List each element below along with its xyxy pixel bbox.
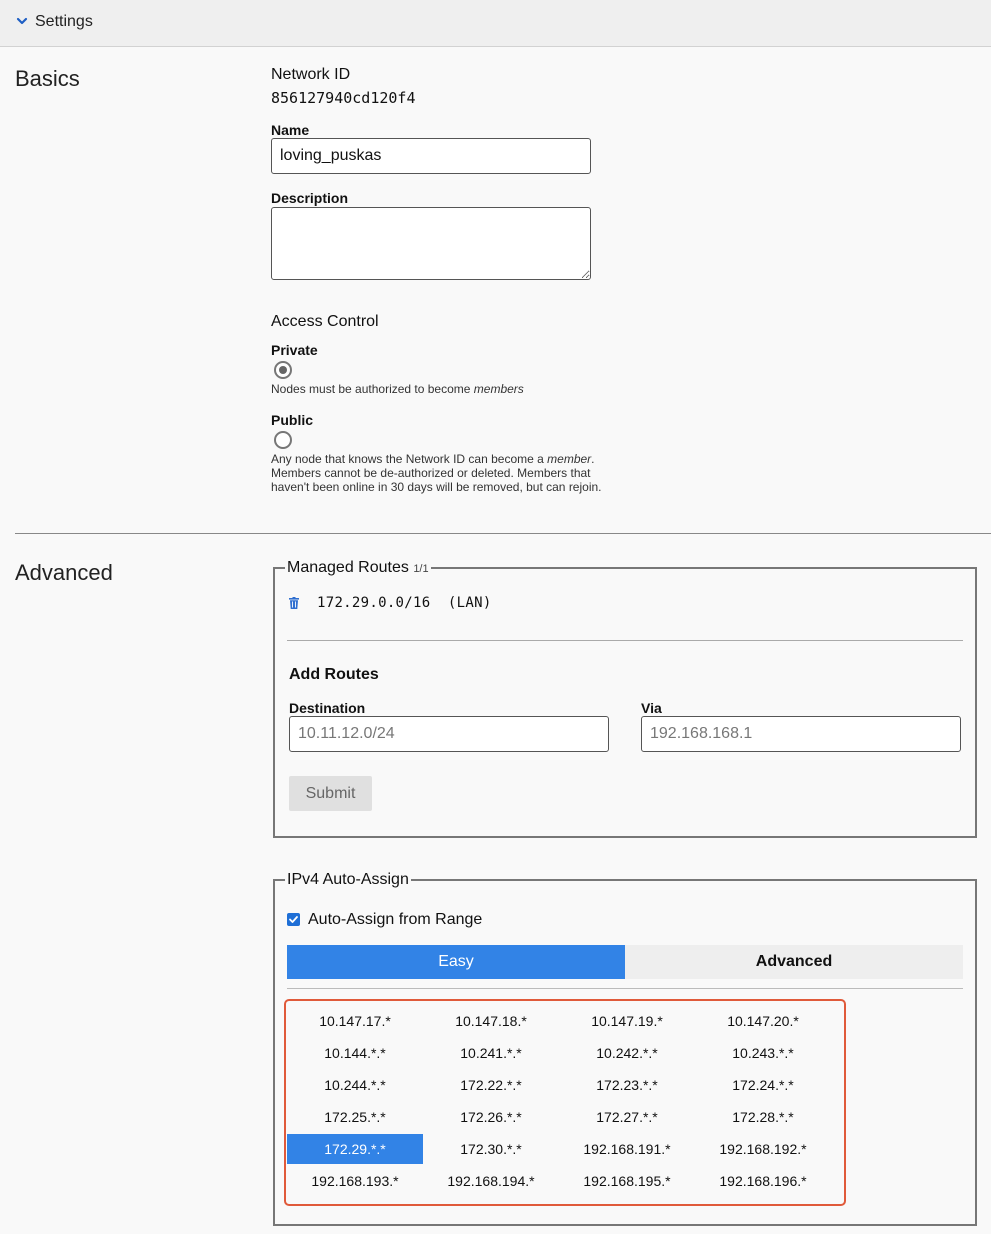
name-label: Name <box>271 122 310 138</box>
range-option[interactable]: 172.29.*.* <box>287 1134 423 1164</box>
settings-header[interactable]: Settings <box>0 0 991 47</box>
destination-label: Destination <box>289 700 366 716</box>
submit-button[interactable]: Submit <box>289 776 372 811</box>
range-option[interactable]: 172.23.*.* <box>559 1070 695 1100</box>
range-option[interactable]: 10.243.*.* <box>695 1038 831 1068</box>
public-radio[interactable] <box>274 431 292 449</box>
via-input[interactable] <box>641 716 961 752</box>
name-field[interactable] <box>271 138 591 174</box>
ipv4-legend: IPv4 Auto-Assign <box>287 871 409 888</box>
range-option[interactable]: 10.147.19.* <box>559 1006 695 1036</box>
range-option[interactable]: 192.168.196.* <box>695 1166 831 1196</box>
range-option[interactable]: 192.168.194.* <box>423 1166 559 1196</box>
range-option[interactable]: 192.168.193.* <box>287 1166 423 1196</box>
range-option[interactable]: 172.27.*.* <box>559 1102 695 1132</box>
range-option[interactable]: 172.22.*.* <box>423 1070 559 1100</box>
network-id-label: Network ID <box>271 66 351 83</box>
trash-icon[interactable] <box>289 597 299 609</box>
private-radio[interactable] <box>274 361 292 379</box>
range-option[interactable]: 10.147.20.* <box>695 1006 831 1036</box>
chevron-down-icon <box>16 17 28 25</box>
range-option[interactable]: 10.147.17.* <box>287 1006 423 1036</box>
public-description: Any node that knows the Network ID can b… <box>271 452 602 494</box>
settings-title: Settings <box>35 13 93 30</box>
range-option[interactable]: 10.244.*.* <box>287 1070 423 1100</box>
range-option[interactable]: 10.147.18.* <box>423 1006 559 1036</box>
range-option[interactable]: 172.28.*.* <box>695 1102 831 1132</box>
range-option[interactable]: 192.168.192.* <box>695 1134 831 1164</box>
range-option[interactable]: 172.24.*.* <box>695 1070 831 1100</box>
tabs-divider <box>287 988 963 989</box>
network-id-value: 856127940cd120f4 <box>271 89 416 107</box>
private-description: Nodes must be authorized to become membe… <box>271 382 524 396</box>
access-control-label: Access Control <box>271 313 379 330</box>
public-label: Public <box>271 412 314 428</box>
checkmark-icon <box>289 916 298 923</box>
destination-input[interactable] <box>289 716 609 752</box>
add-routes-heading: Add Routes <box>289 666 379 683</box>
range-option[interactable]: 172.30.*.* <box>423 1134 559 1164</box>
tab-advanced[interactable]: Advanced <box>625 945 963 979</box>
range-option[interactable]: 10.144.*.* <box>287 1038 423 1068</box>
auto-assign-label: Auto-Assign from Range <box>308 911 483 928</box>
auto-assign-checkbox[interactable] <box>287 913 300 926</box>
routes-divider <box>287 640 963 641</box>
managed-routes-legend: Managed Routes 1/1 <box>287 559 429 576</box>
description-field[interactable] <box>271 207 591 280</box>
range-option[interactable]: 10.242.*.* <box>559 1038 695 1068</box>
private-label: Private <box>271 342 318 358</box>
section-divider <box>15 533 991 534</box>
basics-section-title: Basics <box>15 66 80 91</box>
via-label: Via <box>641 700 662 716</box>
advanced-section-title: Advanced <box>15 560 113 585</box>
range-option[interactable]: 172.26.*.* <box>423 1102 559 1132</box>
range-option[interactable]: 10.241.*.* <box>423 1038 559 1068</box>
range-option[interactable]: 192.168.195.* <box>559 1166 695 1196</box>
tab-easy[interactable]: Easy <box>287 945 625 979</box>
range-option[interactable]: 192.168.191.* <box>559 1134 695 1164</box>
route-entry: 172.29.0.0/16 (LAN) <box>317 595 492 611</box>
description-label: Description <box>271 190 349 206</box>
range-option[interactable]: 172.25.*.* <box>287 1102 423 1132</box>
